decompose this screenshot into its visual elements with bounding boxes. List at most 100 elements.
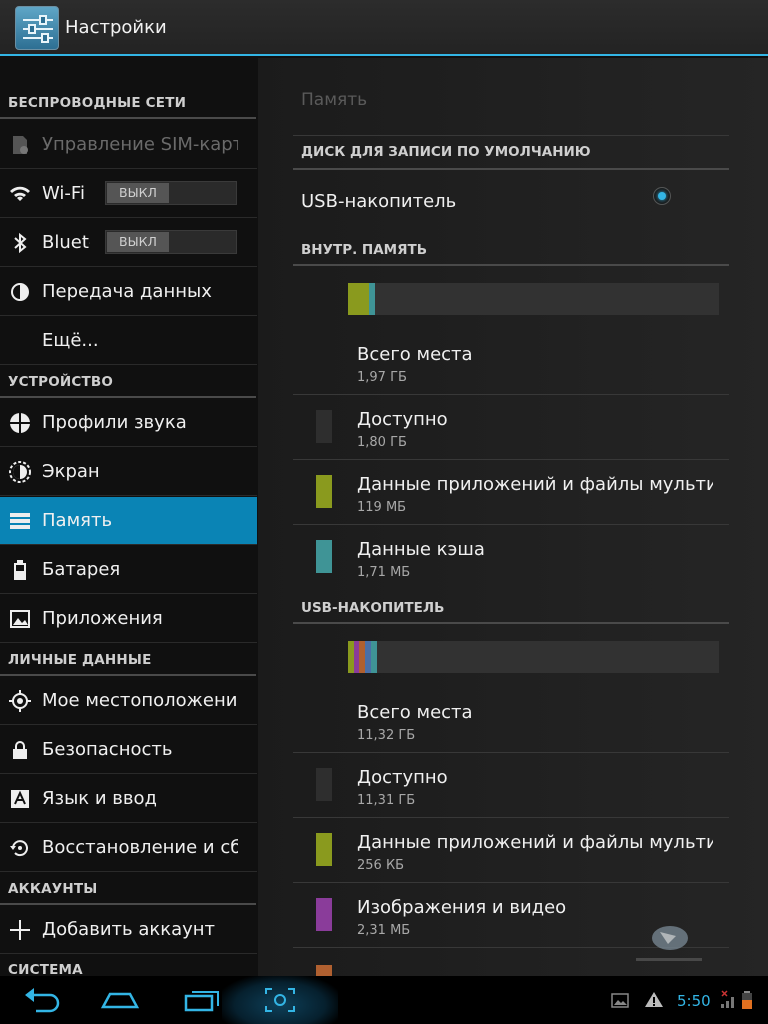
color-swatch xyxy=(316,833,332,866)
storage-panel: Память ДИСК ДЛЯ ЗАПИСИ ПО УМОЛЧАНИЮ USB-… xyxy=(258,58,768,976)
default-disk-option-label: USB-накопитель xyxy=(301,191,457,212)
usage-segment-apps xyxy=(348,283,369,315)
section-header-system: СИСТЕМА xyxy=(0,962,258,976)
signal-icon xyxy=(721,990,734,1008)
bluetooth-icon xyxy=(14,232,27,254)
sidebar-item-display[interactable]: Экран xyxy=(0,448,257,496)
display-icon xyxy=(9,461,31,483)
sidebar-item-bluetooth[interactable]: Bluetooth ВЫКЛ xyxy=(0,219,257,267)
section-header-wireless: БЕСПРОВОДНЫЕ СЕТИ xyxy=(0,95,258,119)
settings-app-icon[interactable] xyxy=(15,6,59,50)
apps-icon xyxy=(10,610,30,628)
divider xyxy=(293,135,729,136)
sidebar-item-add-account[interactable]: Добавить аккаунт xyxy=(0,906,257,954)
sidebar-item-backup[interactable]: Восстановление и сброс xyxy=(0,824,257,872)
sidebar-item-label: Батарея xyxy=(42,559,121,580)
warning-notification-icon[interactable] xyxy=(643,976,665,1024)
internal-usage-bar xyxy=(348,283,719,315)
status-clock[interactable]: 5:50 xyxy=(677,992,711,1010)
usb-usage-bar xyxy=(348,641,719,673)
row-value: 11,31 ГБ xyxy=(357,793,416,808)
color-swatch xyxy=(316,410,332,443)
sidebar-item-security[interactable]: Безопасность xyxy=(0,726,257,774)
divider xyxy=(293,264,729,266)
row-title: Изображения и видео xyxy=(357,897,567,918)
section-header-device: УСТРОЙСТВО xyxy=(0,374,258,398)
back-button-icon[interactable] xyxy=(20,976,64,1024)
color-swatch xyxy=(316,898,332,931)
language-icon xyxy=(11,790,29,808)
sidebar-item-label: Память xyxy=(42,510,113,531)
row-value: 2,31 МБ xyxy=(357,923,411,938)
row-title: Всего места xyxy=(357,344,473,365)
settings-sidebar: БЕСПРОВОДНЫЕ СЕТИ Управление SIM-картами… xyxy=(0,58,258,976)
storage-row-usb-total[interactable]: Всего места 11,32 ГБ xyxy=(293,688,729,753)
sidebar-item-language[interactable]: Язык и ввод xyxy=(0,775,257,823)
sidebar-item-label: Управление SIM-картами xyxy=(42,134,238,155)
plus-icon xyxy=(10,920,30,940)
wifi-toggle[interactable]: ВЫКЛ xyxy=(105,181,237,205)
color-swatch xyxy=(316,768,332,801)
data-usage-icon xyxy=(11,283,29,301)
sidebar-item-label: Экран xyxy=(42,461,100,482)
row-value: 119 МБ xyxy=(357,500,407,515)
sidebar-item-label: Восстановление и сброс xyxy=(42,837,238,858)
storage-row-internal-apps[interactable]: Данные приложений и файлы мультимедиа 11… xyxy=(293,460,729,525)
row-title: Данные приложений и файлы мультимедиа xyxy=(357,474,713,495)
usage-segment-misc xyxy=(371,641,377,673)
lock-icon xyxy=(13,741,27,759)
system-nav-bar: 5:50 xyxy=(0,976,768,1024)
sidebar-item-label: Язык и ввод xyxy=(42,788,157,809)
sidebar-item-label: Передача данных xyxy=(42,281,212,302)
page-title: Память xyxy=(301,90,368,110)
divider xyxy=(293,168,729,170)
sidebar-item-storage[interactable]: Память xyxy=(0,497,257,545)
storage-icon xyxy=(10,513,30,529)
location-icon xyxy=(9,690,31,712)
section-header-personal: ЛИЧНЫЕ ДАННЫЕ xyxy=(0,652,258,676)
backup-icon xyxy=(10,840,28,857)
sidebar-item-label: Добавить аккаунт xyxy=(42,919,216,940)
divider xyxy=(293,622,729,624)
storage-row-usb-available[interactable]: Доступно 11,31 ГБ xyxy=(293,753,729,818)
sidebar-item-sound[interactable]: Профили звука xyxy=(0,399,257,447)
row-value: 1,97 ГБ xyxy=(357,370,407,385)
usb-storage-header: USB-НАКОПИТЕЛЬ xyxy=(301,600,445,616)
recent-apps-button-icon[interactable] xyxy=(180,976,224,1024)
battery-icon xyxy=(14,560,26,580)
storage-row-internal-cache[interactable]: Данные кэша 1,71 МБ xyxy=(293,525,729,590)
sidebar-item-label: Профили звука xyxy=(42,412,187,433)
sidebar-item-label: Bluetooth xyxy=(42,232,90,253)
sidebar-item-label: Мое местоположение xyxy=(42,690,238,711)
sidebar-item-label: Wi-Fi xyxy=(42,183,85,204)
sidebar-item-location[interactable]: Мое местоположение xyxy=(0,677,257,725)
sidebar-item-more[interactable]: Ещё... xyxy=(0,317,257,365)
storage-row-internal-total[interactable]: Всего места 1,97 ГБ xyxy=(293,330,729,395)
sidebar-item-apps[interactable]: Приложения xyxy=(0,595,257,643)
sim-card-icon xyxy=(13,136,28,154)
row-title: Доступно xyxy=(357,767,448,788)
color-swatch xyxy=(316,540,332,573)
bluetooth-toggle[interactable]: ВЫКЛ xyxy=(105,230,237,254)
screenshot-button-icon[interactable] xyxy=(258,976,302,1024)
usb-radio-button[interactable] xyxy=(653,187,671,205)
home-button-icon[interactable] xyxy=(98,976,142,1024)
sidebar-item-data-usage[interactable]: Передача данных xyxy=(0,268,257,316)
storage-row-internal-available[interactable]: Доступно 1,80 ГБ xyxy=(293,395,729,460)
section-header-accounts: АККАУНТЫ xyxy=(0,881,258,905)
internal-storage-header: ВНУТР. ПАМЯТЬ xyxy=(301,242,428,258)
row-title: Доступно xyxy=(357,409,448,430)
row-value: 1,71 МБ xyxy=(357,565,411,580)
usage-segment-cache xyxy=(369,283,375,315)
wifi-icon xyxy=(10,186,30,201)
storage-row-usb-apps[interactable]: Данные приложений и файлы мультимедиа 25… xyxy=(293,818,729,883)
gallery-notification-icon[interactable] xyxy=(610,976,630,1024)
row-value: 11,32 ГБ xyxy=(357,728,416,743)
sidebar-item-battery[interactable]: Батарея xyxy=(0,546,257,594)
sidebar-item-label: Ещё... xyxy=(42,330,99,351)
row-title: Всего места xyxy=(357,702,473,723)
sidebar-item-sim: Управление SIM-картами xyxy=(0,121,257,169)
action-bar: Настройки xyxy=(0,0,768,56)
sidebar-item-wifi[interactable]: Wi-Fi ВЫКЛ xyxy=(0,170,257,218)
battery-status-icon xyxy=(742,991,752,1009)
